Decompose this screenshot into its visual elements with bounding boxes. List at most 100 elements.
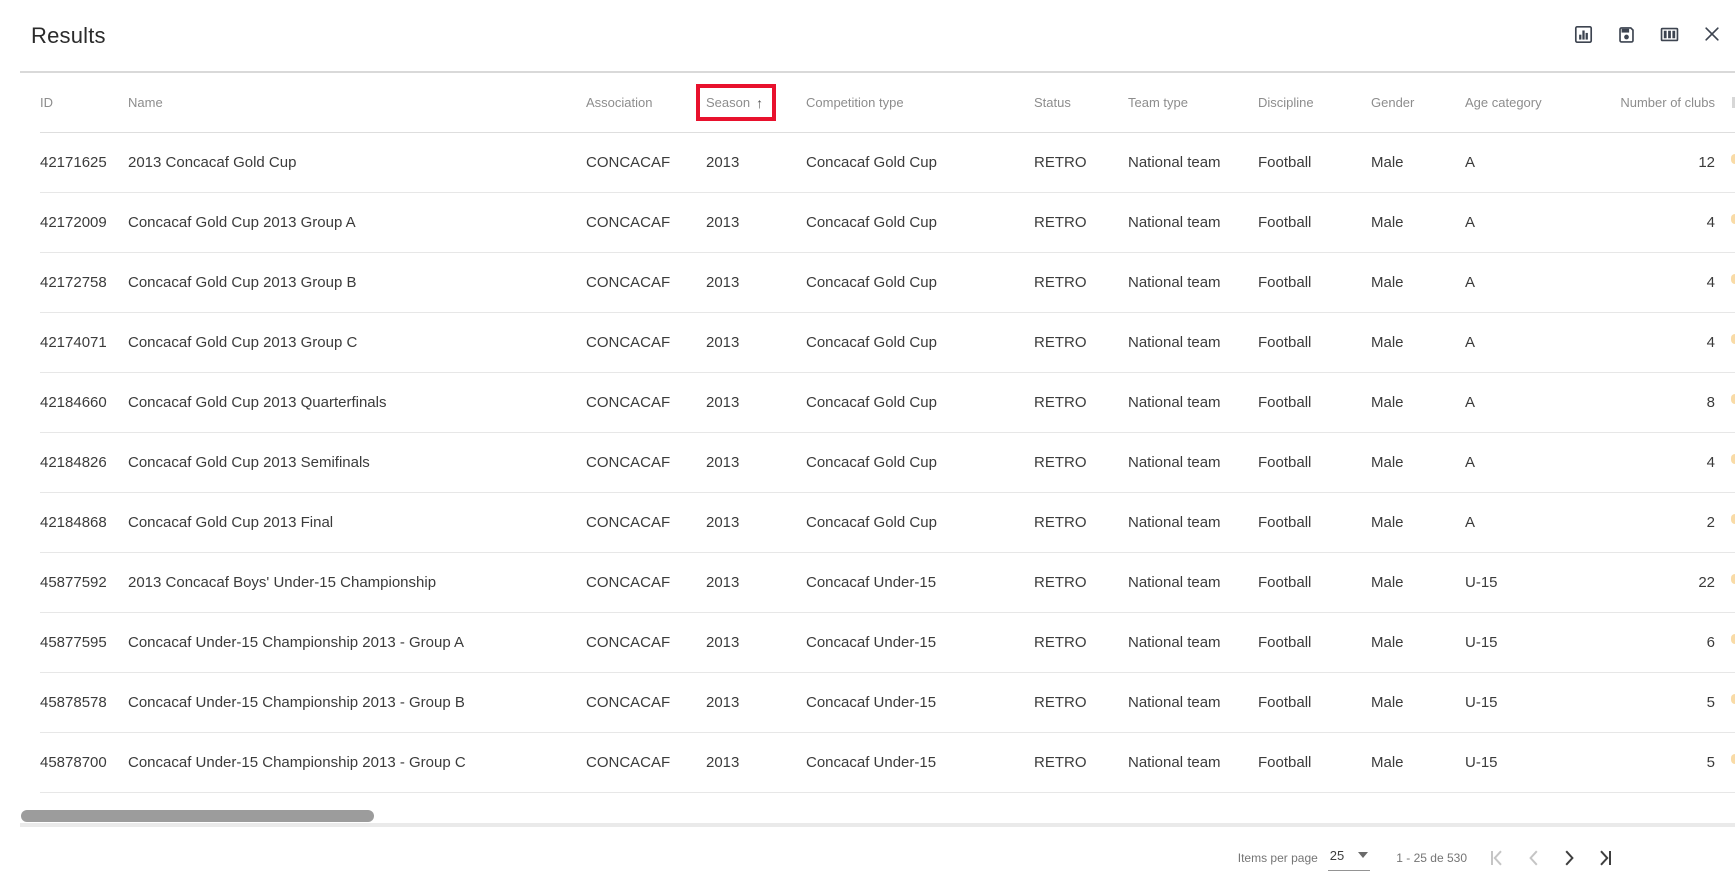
truncated-column-marker [1731,274,1735,284]
cell-competition_type: Concacaf Gold Cup [806,154,1034,171]
column-header-label: ID [40,95,53,110]
cell-age_category: A [1465,454,1600,471]
column-header-label: Age category [1465,95,1542,110]
cell-gender: Male [1371,274,1465,291]
column-header-label: Name [128,95,163,110]
column-header-age_category[interactable]: Age category [1465,95,1600,110]
cell-competition_type: Concacaf Gold Cup [806,274,1034,291]
close-button[interactable] [1700,24,1724,48]
cell-season: 2013 [706,634,806,651]
table-row[interactable]: 421716252013 Concacaf Gold CupCONCACAF20… [40,133,1735,193]
cell-team_type: National team [1128,514,1258,531]
cell-id: 42174071 [40,334,128,351]
column-header-label: Gender [1371,95,1414,110]
table-row[interactable]: 45877595Concacaf Under-15 Championship 2… [40,613,1735,673]
cell-id: 42184868 [40,514,128,531]
cell-number_of_clubs: 22 [1600,574,1715,591]
cell-season: 2013 [706,334,806,351]
table-row[interactable]: 42184868Concacaf Gold Cup 2013 FinalCONC… [40,493,1735,553]
horizontal-scrollbar-track[interactable] [20,823,1735,827]
cell-id: 45878700 [40,754,128,771]
cell-association: CONCACAF [586,514,706,531]
cell-age_category: U-15 [1465,694,1600,711]
paginator: Items per page 25 1 - 25 de 530 [1238,838,1623,878]
toolbar [1571,24,1724,48]
table-row[interactable]: 42184660Concacaf Gold Cup 2013 Quarterfi… [40,373,1735,433]
truncated-column-marker [1731,694,1735,704]
cell-season: 2013 [706,274,806,291]
cell-status: RETRO [1034,214,1128,231]
cell-team_type: National team [1128,334,1258,351]
column-header-gender[interactable]: Gender [1371,95,1465,110]
cell-age_category: U-15 [1465,634,1600,651]
cell-team_type: National team [1128,754,1258,771]
table-row[interactable]: 42172009Concacaf Gold Cup 2013 Group ACO… [40,193,1735,253]
first-page-button[interactable] [1479,840,1515,876]
table-row[interactable]: 42174071Concacaf Gold Cup 2013 Group CCO… [40,313,1735,373]
table-row[interactable]: 42172758Concacaf Gold Cup 2013 Group BCO… [40,253,1735,313]
items-per-page-label: Items per page [1238,851,1318,865]
cell-number_of_clubs: 6 [1600,634,1715,651]
table-row[interactable]: 458775922013 Concacaf Boys' Under-15 Cha… [40,553,1735,613]
next-page-icon [1564,849,1575,867]
cell-season: 2013 [706,574,806,591]
cell-discipline: Football [1258,394,1371,411]
cell-age_category: U-15 [1465,754,1600,771]
cell-id: 42171625 [40,154,128,171]
last-page-button[interactable] [1587,840,1623,876]
table-header-row: ID Name AssociationSeason ↑ Competition type… [40,73,1735,133]
table-row[interactable]: 42184826Concacaf Gold Cup 2013 Semifinal… [40,433,1735,493]
table-body: 421716252013 Concacaf Gold CupCONCACAF20… [0,133,1735,793]
table-row[interactable]: 45878700Concacaf Under-15 Championship 2… [40,733,1735,793]
cell-competition_type: Concacaf Under-15 [806,634,1034,651]
cell-gender: Male [1371,514,1465,531]
cell-team_type: National team [1128,694,1258,711]
cell-status: RETRO [1034,274,1128,291]
column-header-team_type[interactable]: Team type [1128,95,1258,110]
cell-id: 45877592 [40,574,128,591]
save-button[interactable] [1614,24,1638,48]
cell-gender: Male [1371,154,1465,171]
chevron-down-icon [1358,852,1368,858]
cell-name: Concacaf Under-15 Championship 2013 - Gr… [128,754,586,771]
previous-page-button[interactable] [1515,840,1551,876]
cell-name: Concacaf Gold Cup 2013 Semifinals [128,454,586,471]
column-header-status[interactable]: Status [1034,95,1128,110]
cell-number_of_clubs: 5 [1600,694,1715,711]
cell-discipline: Football [1258,454,1371,471]
columns-button[interactable] [1657,24,1681,48]
next-page-button[interactable] [1551,840,1587,876]
column-header-label: Season [706,95,750,110]
column-header-discipline[interactable]: Discipline [1258,95,1371,110]
cell-age_category: U-15 [1465,574,1600,591]
column-header-number_of_clubs[interactable]: Number of clubs [1600,95,1715,110]
column-header-season[interactable]: Season ↑ [706,95,806,111]
cell-season: 2013 [706,514,806,531]
cell-competition_type: Concacaf Under-15 [806,574,1034,591]
cell-name: Concacaf Gold Cup 2013 Quarterfinals [128,394,586,411]
column-header-association[interactable]: Association [586,95,706,110]
cell-status: RETRO [1034,514,1128,531]
column-header-name[interactable]: Name [128,95,586,110]
cell-status: RETRO [1034,634,1128,651]
cell-season: 2013 [706,394,806,411]
horizontal-scrollbar-thumb[interactable] [21,810,374,822]
column-header-id[interactable]: ID [40,95,128,110]
cell-number_of_clubs: 8 [1600,394,1715,411]
page-size-value: 25 [1330,848,1344,863]
chart-view-button[interactable] [1571,24,1595,48]
cell-number_of_clubs: 5 [1600,754,1715,771]
table-row[interactable]: 45878578Concacaf Under-15 Championship 2… [40,673,1735,733]
column-header-competition_type[interactable]: Competition type [806,95,1034,110]
cell-status: RETRO [1034,754,1128,771]
cell-association: CONCACAF [586,454,706,471]
cell-gender: Male [1371,394,1465,411]
cell-status: RETRO [1034,334,1128,351]
sort-ascending-icon: ↑ [756,95,763,111]
cell-season: 2013 [706,214,806,231]
page-size-select[interactable]: 25 [1328,846,1370,871]
cell-gender: Male [1371,454,1465,471]
cell-team_type: National team [1128,454,1258,471]
truncated-column-marker [1731,754,1735,764]
cell-number_of_clubs: 4 [1600,214,1715,231]
